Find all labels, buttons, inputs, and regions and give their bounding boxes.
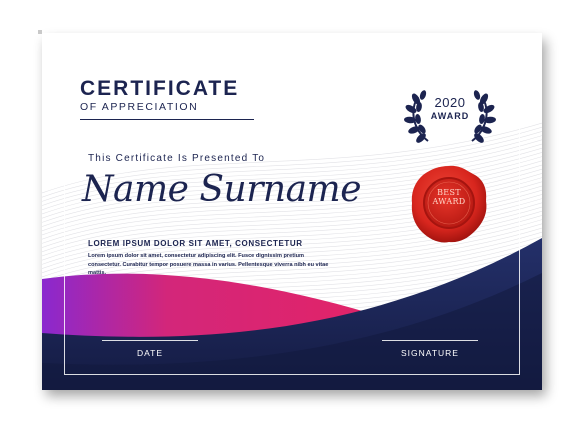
lorem-body: Lorem ipsum dolor sit amet, consectetur … [88, 253, 329, 277]
signature-line [382, 340, 478, 341]
title-underline [80, 119, 254, 120]
presented-to-text: This Certificate Is Presented To [88, 153, 266, 164]
date-label: DATE [136, 348, 164, 358]
best-award-seal: BEST AWARD [409, 163, 489, 245]
certificate-title: CERTIFICATE [80, 77, 240, 100]
award-badge: 2020 AWARD [404, 73, 496, 155]
seal-line-2: AWARD [432, 197, 466, 206]
certificate-subtitle: OF APPRECIATION [80, 101, 199, 113]
seal-line-1: BEST [437, 188, 461, 197]
badge-label: AWARD [430, 111, 470, 121]
lorem-heading: LOREM IPSUM DOLOR SIT AMET, CONSECTETUR [88, 239, 303, 248]
certificate-card: CERTIFICATE OF APPRECIATION This Certifi… [42, 33, 542, 390]
date-line [102, 340, 198, 341]
signature-label: SIGNATURE [401, 348, 459, 358]
seal-text: BEST AWARD [409, 188, 489, 206]
recipient-name: Name Surname [82, 169, 362, 210]
badge-year: 2020 [434, 95, 466, 110]
